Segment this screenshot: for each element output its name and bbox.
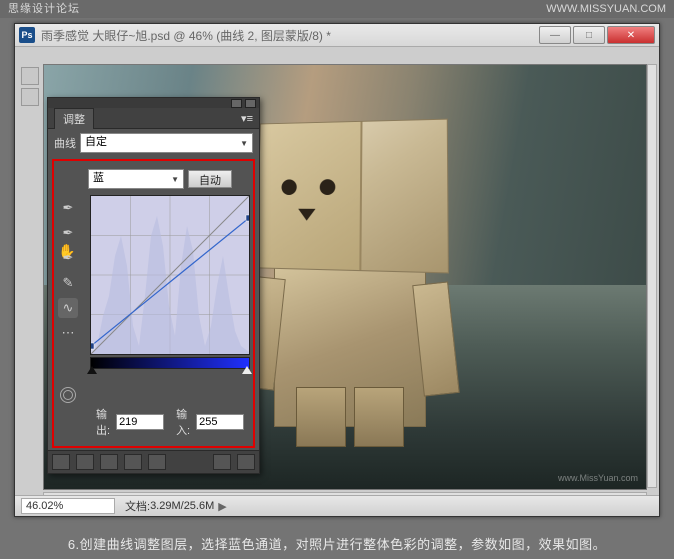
- output-field[interactable]: [116, 414, 164, 430]
- input-field[interactable]: [196, 414, 244, 430]
- panel-tabs: 调整 ▾≡: [48, 108, 259, 129]
- options-icon[interactable]: ⋯: [58, 323, 78, 343]
- tab-adjustments[interactable]: 调整: [54, 108, 94, 129]
- app-icon: Ps: [19, 27, 35, 43]
- highlight-box: ✋ 蓝 自动 ✒ ✒ ✒ ✎ ∿ ⋯: [52, 159, 255, 448]
- previous-icon[interactable]: [124, 454, 142, 470]
- zoom-field[interactable]: 46.02%: [21, 498, 115, 514]
- tutorial-caption: 6.创建曲线调整图层，选择蓝色通道，对照片进行整体色彩的调整，参数如图，效果如图…: [0, 534, 674, 553]
- visibility-icon[interactable]: [100, 454, 118, 470]
- pencil-icon[interactable]: ✎: [58, 273, 78, 293]
- mouth-icon: [298, 209, 316, 221]
- watermark: www.MissYuan.com: [558, 473, 638, 483]
- doc-size-label: 文档:: [125, 498, 150, 514]
- doc-size-value: 3.29M/25.6M: [150, 500, 214, 512]
- photoshop-window: Ps 雨季感觉 大眼仔~旭.psd @ 46% (曲线 2, 图层蒙版/8) *…: [14, 23, 660, 517]
- gutter-button[interactable]: [21, 88, 39, 106]
- eye-icon: [320, 179, 336, 195]
- danbo-head: [256, 119, 449, 274]
- panel-menu-icon[interactable]: ▾≡: [241, 112, 253, 125]
- white-point-handle[interactable]: [242, 366, 252, 374]
- panel-footer: [48, 450, 259, 473]
- site-url: WWW.MISSYUAN.COM: [546, 3, 666, 15]
- input-label: 输入:: [176, 406, 190, 438]
- status-bar: 46.02% 文档: 3.29M/25.6M ▶: [15, 495, 659, 516]
- collapse-icon[interactable]: [231, 99, 242, 108]
- curves-svg[interactable]: [91, 196, 249, 354]
- reset-icon[interactable]: [148, 454, 166, 470]
- page-header: 思缘设计论坛 WWW.MISSYUAN.COM: [0, 0, 674, 18]
- smooth-curve-icon[interactable]: ∿: [58, 298, 78, 318]
- vertical-scrollbar[interactable]: [647, 64, 657, 488]
- panel-header-strip[interactable]: [48, 98, 259, 108]
- return-icon[interactable]: [52, 454, 70, 470]
- eyedropper-white-icon[interactable]: ✒: [58, 248, 78, 268]
- maximize-button[interactable]: □: [573, 26, 605, 44]
- left-gutter: [21, 64, 39, 490]
- layer-icon[interactable]: [76, 454, 94, 470]
- title-bar[interactable]: Ps 雨季感觉 大眼仔~旭.psd @ 46% (曲线 2, 图层蒙版/8) *…: [15, 24, 659, 47]
- document-title: 雨季感觉 大眼仔~旭.psd @ 46% (曲线 2, 图层蒙版/8) *: [41, 27, 331, 44]
- black-point-handle[interactable]: [87, 366, 97, 374]
- trash-icon[interactable]: [237, 454, 255, 470]
- danbo-leg: [296, 387, 346, 447]
- io-values: 输出: 输入:: [58, 402, 249, 442]
- minimize-button[interactable]: —: [539, 26, 571, 44]
- clip-toggle-icon[interactable]: [60, 387, 76, 403]
- forum-name: 思缘设计论坛: [8, 0, 80, 18]
- gutter-button[interactable]: [21, 67, 39, 85]
- close-panel-icon[interactable]: [245, 99, 256, 108]
- adjustments-panel: 调整 ▾≡ 曲线 自定 ✋ 蓝 自动 ✒ ✒ ✒ ✎ ∿ ⋯: [47, 97, 260, 474]
- auto-button[interactable]: 自动: [188, 170, 232, 188]
- curves-graph[interactable]: [86, 193, 249, 383]
- eyedropper-black-icon[interactable]: ✒: [58, 198, 78, 218]
- eyedropper-gray-icon[interactable]: ✒: [58, 223, 78, 243]
- input-gradient-slider[interactable]: [90, 357, 250, 369]
- preset-row: 曲线 自定: [48, 129, 259, 157]
- danbo-face: [257, 122, 362, 270]
- status-menu-arrow-icon[interactable]: ▶: [218, 500, 226, 513]
- curve-tools: ✒ ✒ ✒ ✎ ∿ ⋯: [58, 193, 80, 348]
- clip-icon[interactable]: [213, 454, 231, 470]
- channel-select[interactable]: 蓝: [88, 169, 184, 189]
- eye-icon: [281, 179, 296, 195]
- danbo-leg: [354, 387, 404, 447]
- channel-row: 蓝 自动: [58, 165, 249, 193]
- preset-select[interactable]: 自定: [80, 133, 253, 153]
- close-button[interactable]: ✕: [607, 26, 655, 44]
- preset-label: 曲线: [54, 135, 76, 151]
- output-label: 输出:: [96, 406, 110, 438]
